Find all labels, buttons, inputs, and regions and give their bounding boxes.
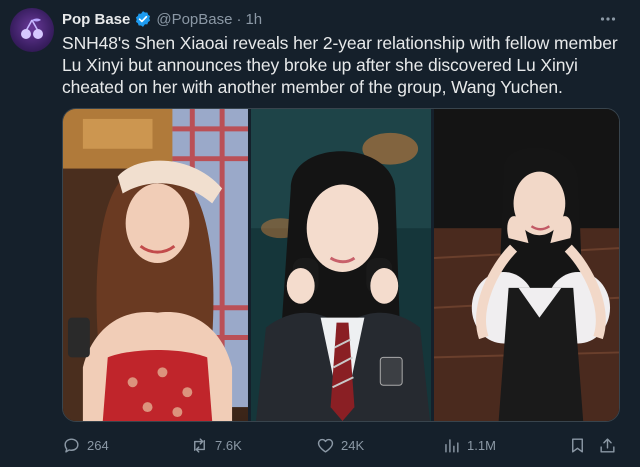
- views-chart-icon: [442, 436, 461, 455]
- avatar[interactable]: [10, 8, 54, 52]
- share-button[interactable]: [598, 432, 617, 458]
- share-icon: [598, 436, 617, 455]
- media-grid: [62, 108, 620, 422]
- handle[interactable]: @PopBase: [156, 11, 232, 28]
- photo-3[interactable]: [434, 109, 619, 421]
- more-options-icon[interactable]: [596, 8, 620, 30]
- reply-icon: [62, 436, 81, 455]
- tweet-card: Pop Base @PopBase · 1h SNH48's Shen Xiao…: [0, 0, 640, 467]
- separator-dot: ·: [236, 10, 242, 28]
- display-name[interactable]: Pop Base: [62, 11, 130, 28]
- bookmark-icon: [568, 436, 587, 455]
- like-button[interactable]: 24K: [316, 432, 364, 458]
- photo-2[interactable]: [250, 109, 431, 421]
- timestamp[interactable]: 1h: [245, 11, 262, 28]
- bookmark-button[interactable]: [568, 432, 587, 458]
- photo-1[interactable]: [63, 109, 248, 421]
- heart-icon: [316, 436, 335, 455]
- like-count: 24K: [341, 437, 365, 453]
- retweet-icon: [190, 436, 209, 455]
- verified-badge-icon: [134, 10, 152, 28]
- tweet-header: Pop Base @PopBase · 1h: [62, 8, 626, 30]
- cherry-icon: [17, 15, 47, 45]
- reply-count: 264: [87, 437, 109, 453]
- views-button[interactable]: 1.1M: [442, 432, 496, 458]
- retweet-count: 7.6K: [215, 437, 242, 453]
- action-bar: 264 7.6K 24K 1.1M: [62, 432, 622, 458]
- views-count: 1.1M: [467, 437, 496, 453]
- tweet-text: SNH48's Shen Xiaoai reveals her 2-year r…: [62, 33, 618, 97]
- retweet-button[interactable]: 7.6K: [190, 432, 242, 458]
- reply-button[interactable]: 264: [62, 432, 109, 458]
